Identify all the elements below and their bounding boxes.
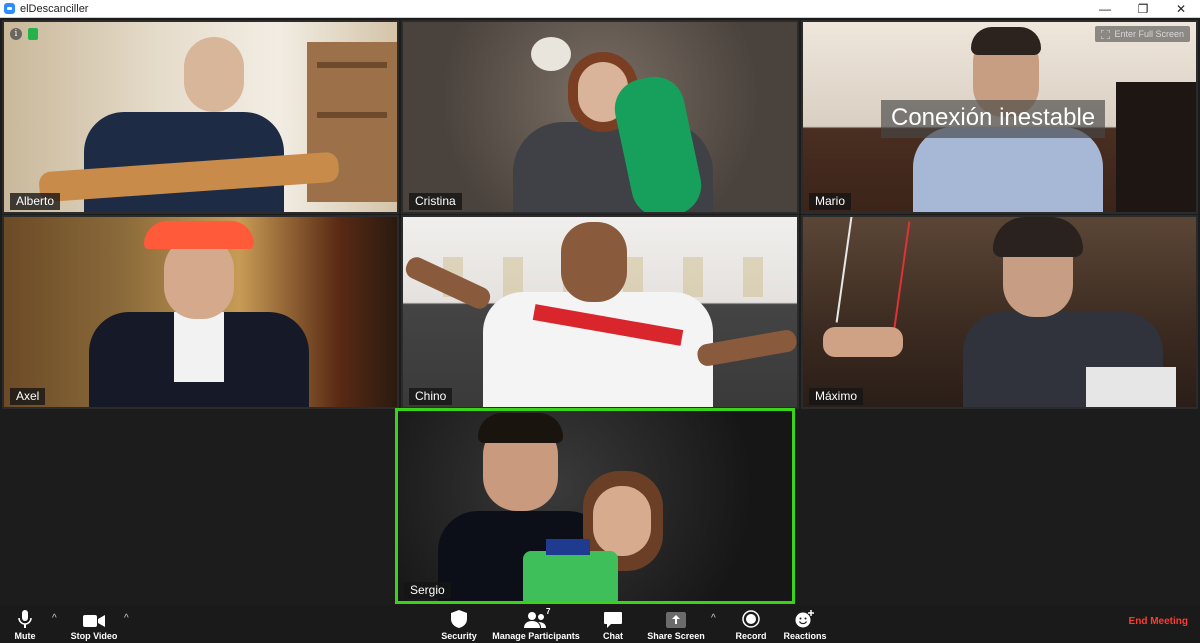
enter-full-screen-button[interactable]: Enter Full Screen (1095, 26, 1190, 42)
video-tile-axel[interactable]: Axel (2, 215, 399, 409)
video-gallery: i Alberto Cristina Enter Full Screen Con… (0, 18, 1200, 605)
share-screen-button[interactable]: Share Screen (646, 605, 706, 643)
fullscreen-icon (1101, 29, 1111, 39)
manage-participants-button[interactable]: Manage Participants (490, 605, 582, 643)
share-options-caret-icon[interactable]: ^ (711, 613, 716, 624)
participant-name: Chino (409, 388, 453, 405)
video-tile-chino[interactable]: Chino (401, 215, 799, 409)
stop-video-button[interactable]: Stop Video (66, 605, 122, 643)
record-button[interactable]: Record (733, 605, 769, 643)
record-label: Record (735, 631, 767, 641)
end-meeting-button[interactable]: End Meeting (1129, 616, 1188, 627)
audio-options-caret-icon[interactable]: ^ (52, 613, 57, 624)
participant-name: Máximo (809, 388, 864, 405)
window-titlebar: elDescanciller — ❐ ✕ (0, 0, 1200, 18)
share-screen-icon (666, 612, 686, 628)
video-tile-maximo[interactable]: Máximo (801, 215, 1198, 409)
video-tile-cristina[interactable]: Cristina (401, 20, 799, 214)
smiley-add-icon (795, 610, 814, 628)
video-tile-sergio-active-speaker[interactable]: Sergio (395, 408, 795, 604)
video-tile-mario[interactable]: Enter Full Screen Conexión inestable Mar… (801, 20, 1198, 214)
security-label: Security (441, 631, 477, 641)
info-icon[interactable]: i (10, 28, 22, 40)
mute-button[interactable]: Mute (8, 605, 42, 643)
close-button[interactable]: ✕ (1162, 0, 1200, 18)
mute-label: Mute (14, 631, 36, 641)
chat-bubble-icon (604, 612, 622, 628)
zoom-app-icon (4, 3, 15, 14)
restore-button[interactable]: ❐ (1124, 0, 1162, 18)
meeting-toolbar: Mute ^ Stop Video ^ Security Manage Part… (0, 605, 1200, 643)
participants-icon (524, 612, 546, 628)
shield-icon (451, 610, 467, 628)
enter-full-screen-label: Enter Full Screen (1114, 29, 1184, 39)
participant-name: Sergio (404, 582, 451, 599)
participant-name: Alberto (10, 193, 61, 210)
window-title: elDescanciller (20, 2, 89, 15)
video-camera-icon (83, 615, 105, 627)
participant-count-badge: 7 (546, 607, 551, 616)
share-screen-label: Share Screen (647, 631, 705, 641)
video-options-caret-icon[interactable]: ^ (124, 613, 129, 624)
participant-name: Mario (809, 193, 852, 210)
stop-video-label: Stop Video (70, 631, 118, 641)
chat-label: Chat (603, 631, 623, 641)
encryption-shield-icon (28, 28, 38, 40)
participant-name: Cristina (409, 193, 462, 210)
minimize-button[interactable]: — (1086, 0, 1124, 18)
record-icon (742, 610, 760, 628)
reactions-label: Reactions (783, 631, 827, 641)
microphone-icon (18, 610, 32, 628)
video-tile-alberto[interactable]: i Alberto (2, 20, 399, 214)
manage-participants-label: Manage Participants (492, 631, 580, 641)
participant-name: Axel (10, 388, 46, 405)
security-button[interactable]: Security (438, 605, 480, 643)
reactions-button[interactable]: Reactions (782, 605, 828, 643)
chat-button[interactable]: Chat (596, 605, 630, 643)
unstable-connection-banner: Conexión inestable (881, 100, 1106, 138)
